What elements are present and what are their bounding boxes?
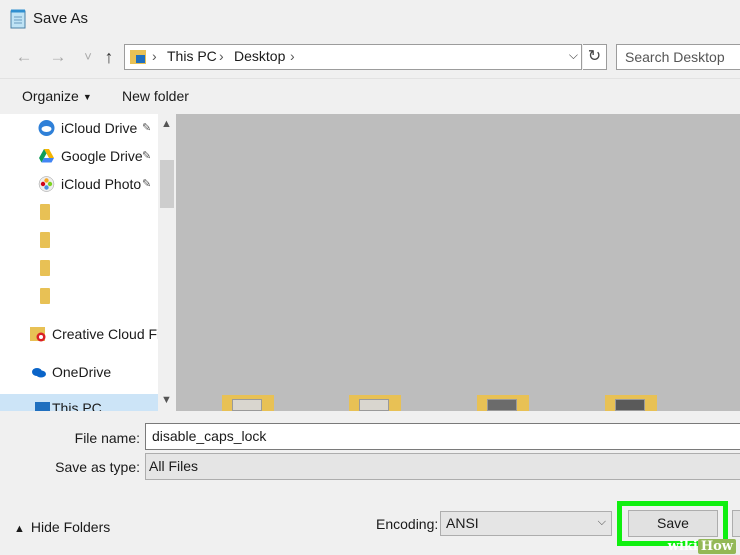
folder-location-icon — [130, 50, 146, 64]
encoding-value: ANSI — [446, 515, 479, 531]
file-thumbnail[interactable] — [605, 395, 657, 411]
refresh-icon[interactable]: ↻ — [583, 44, 607, 70]
address-bar[interactable]: › This PC › Desktop › ⌵ — [124, 44, 582, 70]
file-thumbnail[interactable] — [349, 395, 401, 411]
sidebar-item-icloud-drive[interactable]: iCloud Drive ✎ — [0, 114, 158, 142]
sidebar-item-google-drive[interactable]: Google Drive ✎ — [0, 142, 158, 170]
search-input[interactable]: Search Desktop — [616, 44, 740, 70]
scrollbar-thumb[interactable] — [160, 160, 174, 208]
onedrive-icon — [32, 368, 46, 378]
folder-icon — [40, 288, 50, 304]
new-folder-button[interactable]: New folder — [122, 88, 189, 104]
sidebar-item-this-pc[interactable]: This PC — [0, 394, 158, 411]
pin-icon: ✎ — [142, 178, 152, 190]
hide-folders-button[interactable]: ▲ Hide Folders — [14, 519, 110, 535]
forward-arrow-icon[interactable]: → — [46, 45, 70, 69]
chevron-up-icon: ▲ — [14, 523, 25, 535]
sidebar-item-folder[interactable] — [0, 198, 158, 226]
save-as-type-select[interactable]: All Files — [145, 453, 740, 480]
pin-icon: ✎ — [142, 122, 152, 134]
encoding-label: Encoding: — [376, 516, 439, 532]
sidebar-item-label: iCloud Drive — [61, 120, 138, 136]
command-bar: Organize ▼ New folder — [0, 78, 740, 114]
thumbnail-image — [487, 399, 517, 411]
navigation-bar: ← → ˅ ↑ › This PC › Desktop › ⌵ ↻ Search… — [0, 38, 740, 78]
sidebar-item-label: iCloud Photo — [61, 176, 142, 192]
pin-icon: ✎ — [142, 150, 152, 162]
save-options-panel: File name: disable_caps_lock Save as typ… — [0, 411, 740, 555]
sidebar-item-label: OneDrive — [52, 364, 112, 380]
encoding-select[interactable]: ANSI ⌵ — [440, 511, 612, 536]
navigation-pane: iCloud Drive ✎ Google Drive ✎ iCloud Pho… — [0, 114, 158, 411]
sidebar-scrollbar[interactable]: ▲ ▼ — [158, 114, 176, 411]
breadcrumb-separator-icon: › — [290, 48, 295, 64]
search-placeholder: Search Desktop — [625, 49, 725, 65]
breadcrumb-this-pc[interactable]: This PC — [167, 48, 217, 64]
sidebar-item-label: This PC — [52, 400, 102, 411]
scroll-up-icon[interactable]: ▲ — [161, 118, 172, 130]
folder-icon — [40, 260, 50, 276]
file-list[interactable] — [176, 114, 740, 411]
notepad-icon — [10, 9, 26, 29]
sidebar-item-folder[interactable] — [0, 254, 158, 282]
address-dropdown-icon[interactable]: ⌵ — [569, 48, 578, 63]
sidebar-item-label: Google Drive — [61, 148, 143, 164]
cancel-button[interactable] — [732, 510, 740, 537]
this-pc-icon — [35, 402, 50, 411]
wikihow-watermark: wiki How — [668, 539, 736, 554]
organize-label: Organize — [22, 88, 79, 104]
icloud-photos-icon — [38, 176, 55, 192]
breadcrumb-desktop[interactable]: Desktop — [234, 48, 285, 64]
file-thumbnail[interactable] — [477, 395, 529, 411]
sidebar-item-folder[interactable] — [0, 282, 158, 310]
breadcrumb-separator-icon: › — [152, 48, 157, 64]
file-thumbnail[interactable] — [222, 395, 274, 411]
back-arrow-icon[interactable]: ← — [12, 45, 36, 69]
sidebar-item-label: Creative Cloud Fil — [52, 326, 158, 342]
watermark-prefix: wiki — [667, 539, 698, 554]
sidebar-item-folder[interactable] — [0, 226, 158, 254]
thumbnail-image — [615, 399, 645, 411]
organize-button[interactable]: Organize ▼ — [22, 88, 92, 104]
save-button[interactable]: Save — [628, 510, 718, 537]
google-drive-icon — [39, 149, 54, 163]
thumbnail-image — [359, 399, 389, 411]
watermark-suffix: How — [697, 539, 736, 554]
caret-down-icon: ▼ — [82, 92, 92, 103]
icloud-icon — [38, 120, 55, 136]
hide-folders-label: Hide Folders — [30, 519, 111, 535]
sidebar-item-creative-cloud[interactable]: Creative Cloud Fil — [0, 320, 158, 348]
sidebar-item-onedrive[interactable]: OneDrive — [0, 358, 158, 386]
file-name-label: File name: — [74, 430, 140, 446]
scroll-down-icon[interactable]: ▼ — [161, 394, 172, 406]
breadcrumb-separator-icon: › — [219, 48, 224, 64]
window-title: Save As — [33, 10, 89, 27]
folder-icon — [40, 204, 50, 220]
creative-cloud-icon — [30, 327, 46, 342]
chevron-down-icon: ⌵ — [597, 516, 606, 528]
up-arrow-icon[interactable]: ↑ — [97, 45, 121, 69]
title-bar: Save As — [0, 0, 740, 38]
sidebar-item-icloud-photos[interactable]: iCloud Photo ✎ — [0, 170, 158, 198]
folder-icon — [40, 232, 50, 248]
save-as-type-label: Save as type: — [55, 459, 140, 475]
file-name-input[interactable]: disable_caps_lock — [145, 423, 740, 450]
thumbnail-image — [232, 399, 262, 411]
